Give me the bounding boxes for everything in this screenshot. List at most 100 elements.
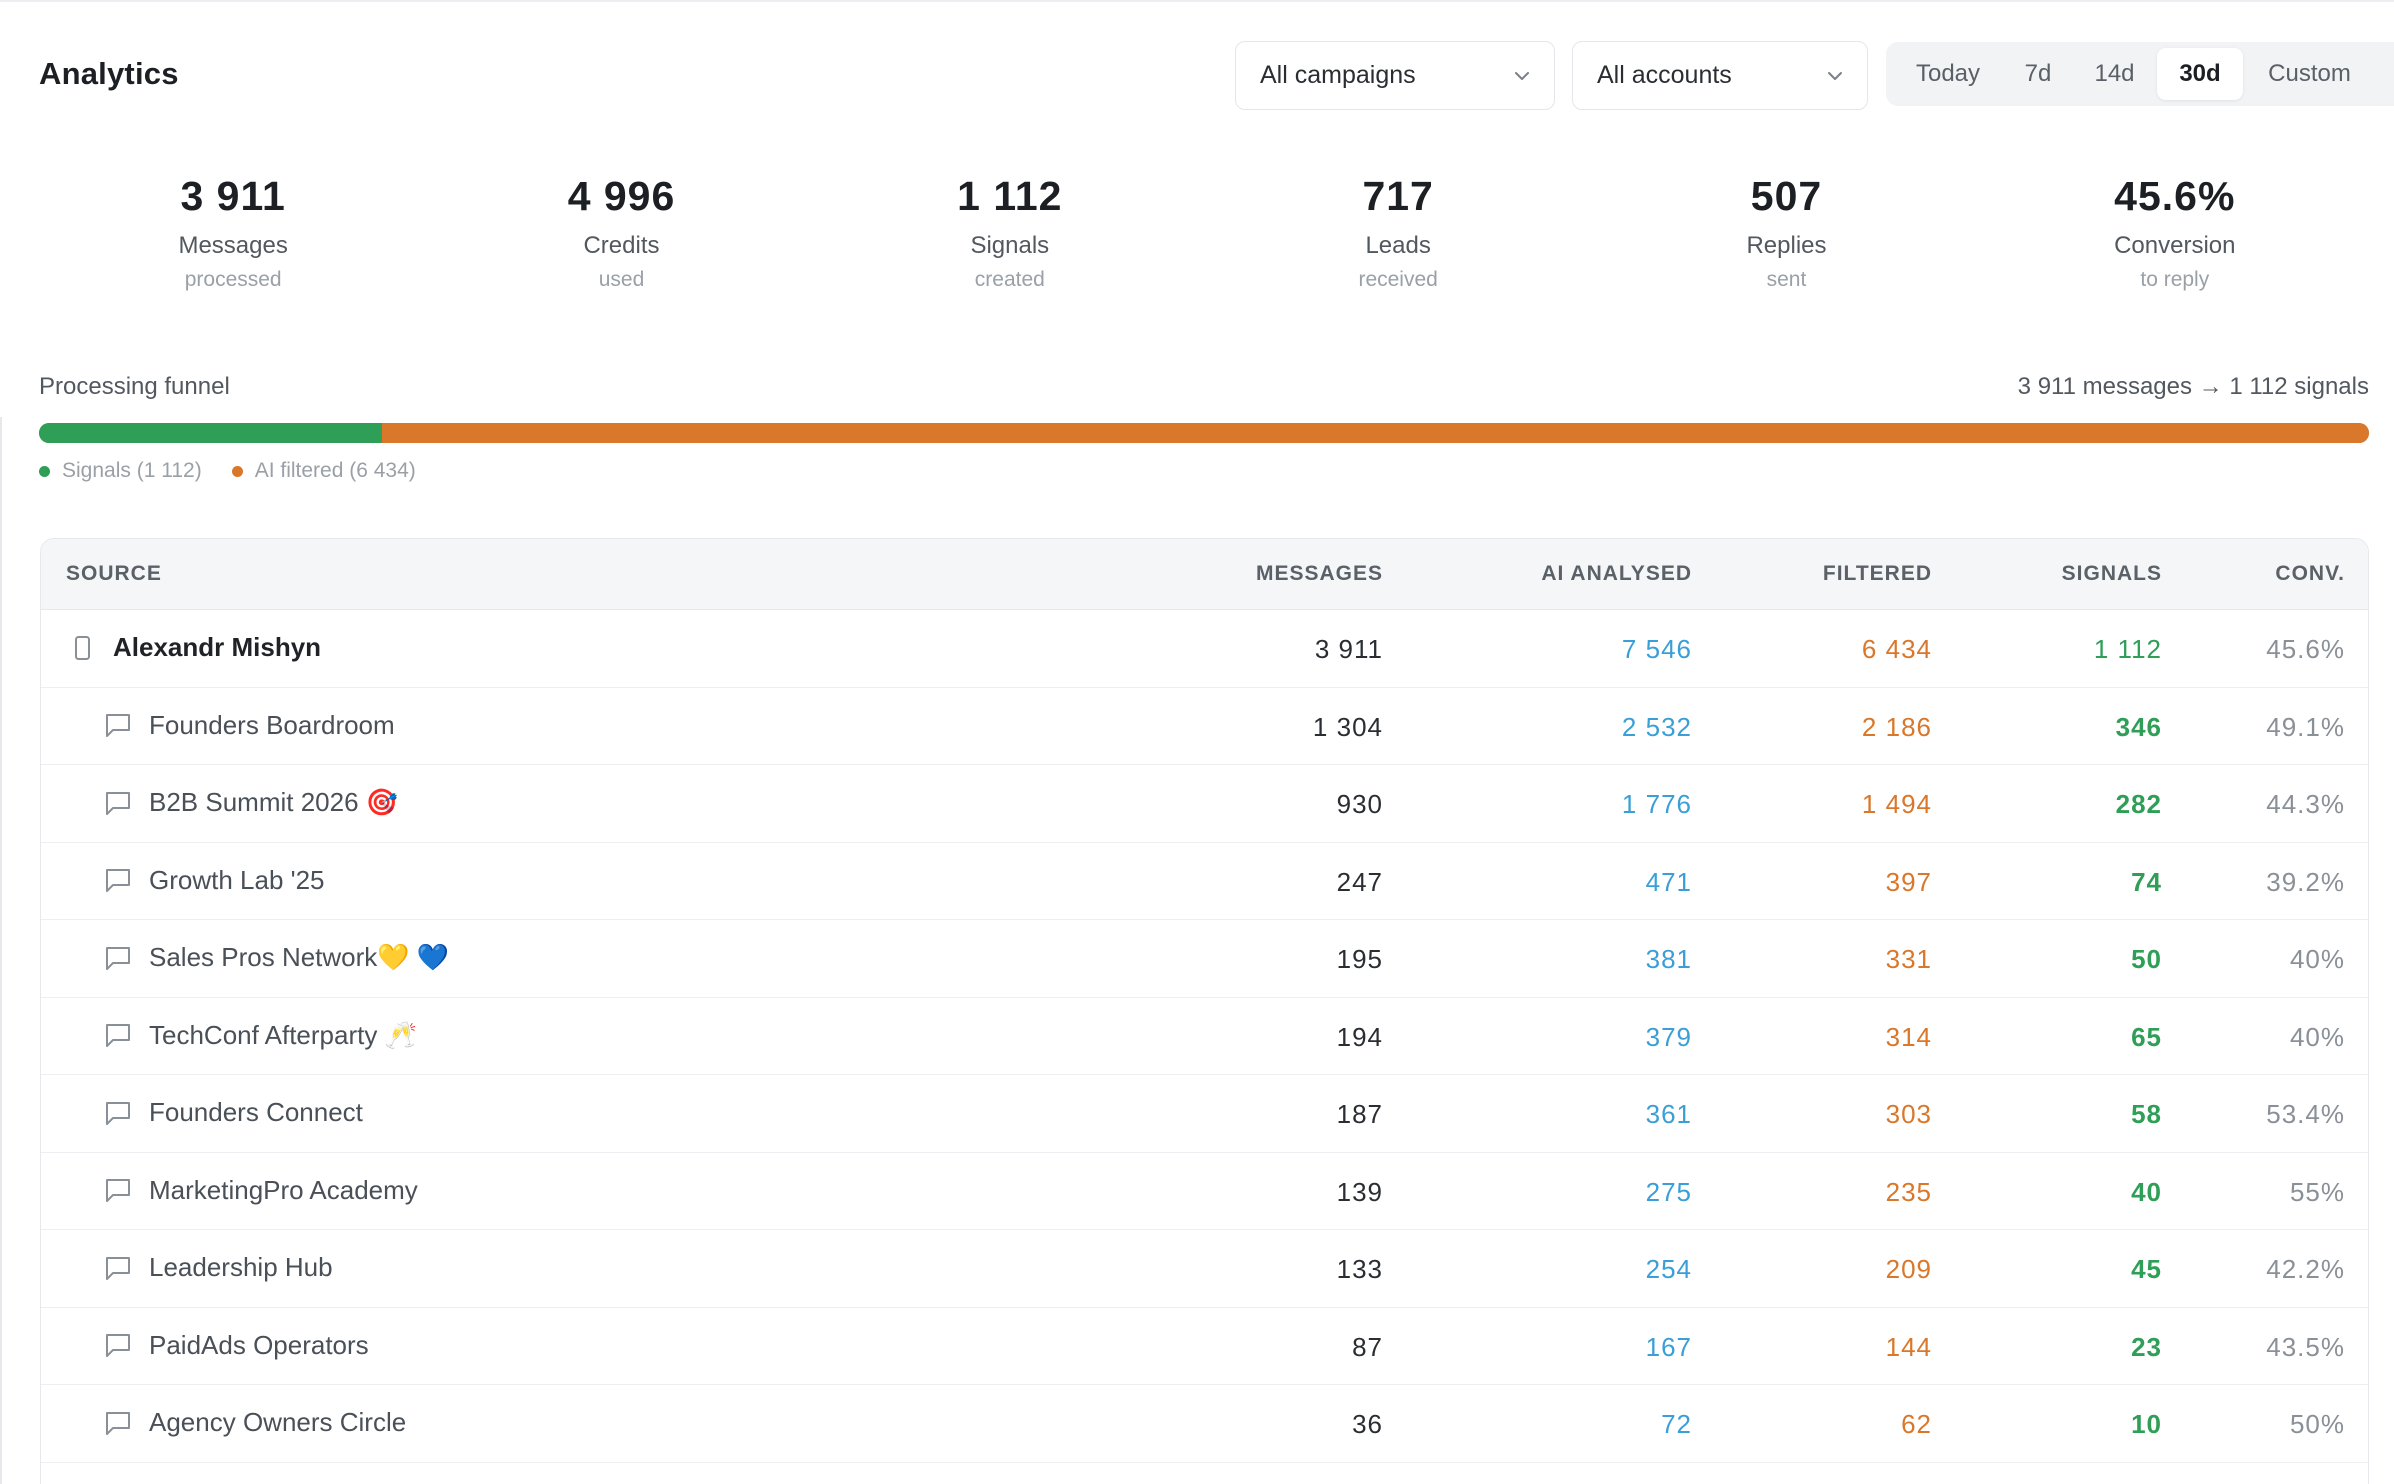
- chat-icon: [103, 711, 133, 739]
- stat-value: 3 911: [180, 173, 286, 219]
- stat-replies: 507 Replies sent: [1592, 170, 1980, 310]
- filtered-cell: 144: [1885, 1331, 1932, 1362]
- source-name: Founders Boardroom: [149, 709, 395, 740]
- signals-cell: 282: [2115, 789, 2162, 819]
- conv-cell: 55%: [2289, 1176, 2345, 1207]
- ai-analysed-cell: 2 532: [1621, 711, 1692, 742]
- stat-value: 717: [1362, 173, 1434, 219]
- table-row[interactable]: Founders Boardroom 1 304 2 532 2 186 346 49.1…: [41, 688, 2368, 765]
- ai-analysed-cell: 381: [1645, 944, 1692, 974]
- source-cell: Founders Connect: [103, 1097, 363, 1128]
- stat-label: Replies: [1746, 232, 1827, 259]
- messages-cell: 139: [1336, 1176, 1383, 1207]
- source-name: MarketingPro Academy: [149, 1174, 418, 1205]
- table-row[interactable]: Agency Owners Circle 36 72 62 10 50%: [41, 1385, 2368, 1463]
- page-title: Analytics: [39, 56, 179, 91]
- date-range-toggle: Today 7d 14d 30d Custom: [1886, 42, 2394, 106]
- range-custom[interactable]: Custom: [2243, 48, 2376, 100]
- campaign-select[interactable]: All campaigns: [1235, 41, 1555, 110]
- chat-icon: [103, 866, 133, 894]
- column-header-source[interactable]: SOURCE: [66, 562, 162, 586]
- table-row[interactable]: TechConf Afterparty 🥂 194 379 314 65 40%: [41, 998, 2368, 1075]
- table-row[interactable]: Founders Connect 187 361 303 58 53.4%: [41, 1075, 2368, 1153]
- source-cell: B2B Summit 2026 🎯: [103, 787, 398, 818]
- messages-cell: 87: [1352, 1331, 1383, 1362]
- stat-value: 1 112: [957, 173, 1063, 219]
- chat-icon: [103, 1099, 133, 1127]
- source-name: Leadership Hub: [149, 1252, 333, 1282]
- filtered-cell: 303: [1885, 1099, 1932, 1129]
- phone-icon: [67, 634, 97, 662]
- ai-analysed-cell: 275: [1645, 1176, 1692, 1207]
- stat-value: 507: [1750, 173, 1823, 219]
- signals-cell: 65: [2131, 1021, 2162, 1052]
- range-7d[interactable]: 7d: [2004, 48, 2072, 100]
- source-cell: MarketingPro Academy: [103, 1175, 418, 1206]
- conv-cell: 40%: [2289, 944, 2345, 974]
- stat-credits: 4 996 Credits used: [427, 170, 815, 310]
- ai-analysed-cell: 167: [1645, 1331, 1692, 1362]
- conv-cell: 45.6%: [2266, 634, 2345, 664]
- messages-cell: 194: [1336, 1021, 1383, 1052]
- column-header-signals[interactable]: SIGNALS: [2062, 562, 2162, 586]
- stat-sublabel: used: [598, 268, 645, 291]
- funnel-summary: 3 911 messages → 1 112 signals: [2017, 373, 2369, 400]
- chevron-down-icon: [1828, 72, 1842, 80]
- filtered-cell: 209: [1885, 1254, 1932, 1284]
- account-select[interactable]: All accounts: [1572, 41, 1868, 110]
- messages-cell: 187: [1336, 1099, 1383, 1129]
- range-today[interactable]: Today: [1892, 48, 2004, 100]
- funnel-signals-segment: [39, 423, 382, 443]
- source-name: Growth Lab '25: [149, 864, 325, 895]
- ai-analysed-cell: 1 776: [1621, 789, 1692, 819]
- range-30d[interactable]: 30d: [2157, 48, 2243, 100]
- table-row[interactable]: B2B Summit 2026 🎯 930 1 776 1 494 282 44.3%: [41, 765, 2368, 843]
- source-name: TechConf Afterparty 🥂: [149, 1019, 417, 1050]
- filtered-cell: 331: [1885, 944, 1932, 974]
- table-row[interactable]: Sales Pros Network💛 💙 195 381 331 50 40%: [41, 920, 2368, 998]
- conv-cell: 43.5%: [2266, 1331, 2345, 1362]
- source-name: Founders Connect: [149, 1097, 363, 1127]
- column-header-filtered[interactable]: FILTERED: [1823, 562, 1932, 586]
- filtered-cell: 2 186: [1861, 711, 1932, 742]
- funnel-bar: [39, 423, 2369, 443]
- source-cell: Agency Owners Circle: [103, 1407, 406, 1438]
- stat-label: Credits: [583, 232, 660, 259]
- signals-cell: 58: [2131, 1099, 2162, 1129]
- conv-cell: 42.2%: [2266, 1254, 2345, 1284]
- range-14d[interactable]: 14d: [2072, 48, 2157, 100]
- stat-sublabel: to reply: [2140, 268, 2210, 291]
- analytics-header: Analytics All campaigns All accounts Tod…: [39, 38, 2394, 112]
- source-cell: TechConf Afterparty 🥂: [103, 1020, 417, 1051]
- filtered-cell: 314: [1885, 1021, 1932, 1052]
- filtered-cell: 62: [1901, 1409, 1932, 1439]
- signals-cell: 10: [2131, 1409, 2162, 1439]
- filtered-cell: 6 434: [1861, 634, 1932, 664]
- stat-sublabel: sent: [1766, 268, 1807, 291]
- stat-label: Leads: [1365, 232, 1431, 259]
- column-header-conv[interactable]: CONV.: [2275, 562, 2345, 586]
- stat-sublabel: processed: [184, 268, 282, 291]
- column-header-ai-analysed[interactable]: AI ANALYSED: [1541, 562, 1692, 586]
- source-name: Sales Pros Network💛 💙: [149, 942, 450, 972]
- funnel-legend: Signals (1 112) AI filtered (6 434): [39, 459, 416, 483]
- conv-cell: 50%: [2289, 1409, 2345, 1439]
- ai-analysed-cell: 7 546: [1621, 634, 1692, 664]
- legend-item-signals: Signals (1 112): [39, 459, 202, 483]
- source-cell: Leadership Hub: [103, 1252, 333, 1283]
- account-select-value: All accounts: [1597, 61, 1732, 89]
- table-row[interactable]: Leadership Hub 133 254 209 45 42.2%: [41, 1230, 2368, 1308]
- table-row[interactable]: Alexandr Mishyn 3 911 7 546 6 434 1 112 45.6%: [41, 610, 2368, 688]
- chat-icon: [103, 944, 133, 972]
- table-row[interactable]: MarketingPro Academy 139 275 235 40 55%: [41, 1153, 2368, 1230]
- table-row[interactable]: PaidAds Operators 87 167 144 23 43.5%: [41, 1308, 2368, 1385]
- ai-analysed-cell: 471: [1645, 866, 1692, 897]
- chat-icon: [103, 789, 133, 817]
- stat-sublabel: received: [1358, 268, 1438, 291]
- table-row[interactable]: Growth Lab '25 247 471 397 74 39.2%: [41, 843, 2368, 920]
- legend-label: Signals (1 112): [62, 459, 202, 482]
- chat-icon: [103, 1021, 133, 1049]
- conv-cell: 49.1%: [2266, 711, 2345, 742]
- column-header-messages[interactable]: MESSAGES: [1256, 562, 1383, 586]
- stat-value: 45.6%: [2114, 173, 2236, 219]
